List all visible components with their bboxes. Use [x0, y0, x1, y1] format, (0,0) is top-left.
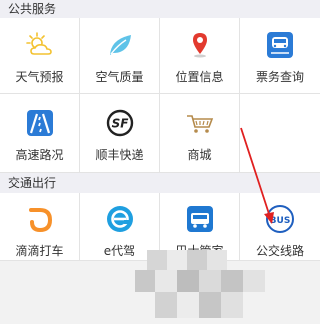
red-arrow-annotation	[240, 127, 274, 224]
